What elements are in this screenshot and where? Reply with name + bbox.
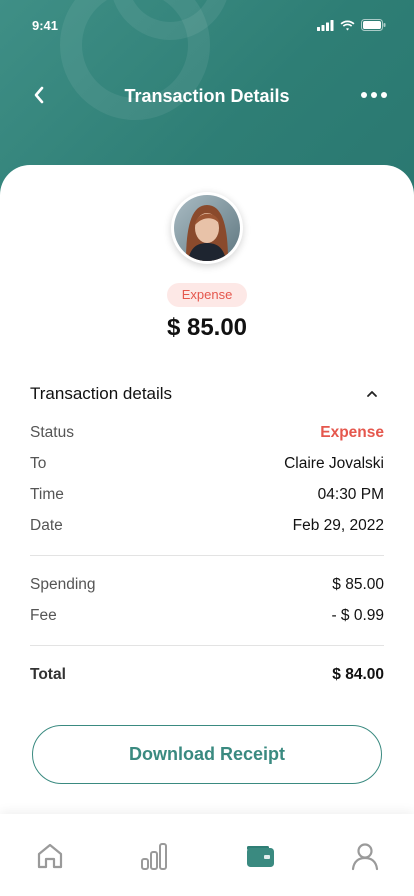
date-row: Date Feb 29, 2022 <box>30 515 384 537</box>
top-navigation: Transaction Details <box>0 72 414 118</box>
status-label: Status <box>30 424 74 441</box>
fee-row: Fee - $ 0.99 <box>30 605 384 627</box>
nav-home[interactable] <box>32 838 68 874</box>
nav-profile[interactable] <box>347 838 383 874</box>
spending-label: Spending <box>30 576 96 593</box>
wallet-icon <box>247 846 274 867</box>
fee-label: Fee <box>30 607 57 624</box>
more-dot-icon <box>361 92 367 98</box>
more-dot-icon <box>371 92 377 98</box>
divider <box>30 555 384 556</box>
avatar <box>171 192 243 264</box>
transaction-type-badge: Expense <box>167 283 247 307</box>
status-row: Status Expense <box>30 422 384 444</box>
status-time: 9:41 <box>32 18 59 33</box>
total-value: $ 84.00 <box>332 666 384 683</box>
battery-icon <box>361 19 386 31</box>
stats-icon <box>141 843 167 870</box>
profile-icon <box>351 843 379 871</box>
more-options-button[interactable] <box>358 82 390 108</box>
nav-wallet[interactable] <box>242 838 278 874</box>
recipient-value: Claire Jovalski <box>284 455 384 472</box>
spending-value: $ 85.00 <box>332 576 384 593</box>
chevron-up-icon <box>367 391 377 397</box>
home-icon <box>37 843 63 869</box>
time-row: Time 04:30 PM <box>30 484 384 506</box>
bottom-navigation <box>0 814 414 896</box>
recipient-label: To <box>30 455 47 472</box>
recipient-row: To Claire Jovalski <box>30 453 384 475</box>
total-label: Total <box>30 666 66 683</box>
divider <box>30 645 384 646</box>
more-dot-icon <box>381 92 387 98</box>
fee-value: - $ 0.99 <box>331 607 384 624</box>
page-title: Transaction Details <box>124 86 290 106</box>
transaction-details-toggle[interactable]: Transaction details <box>30 382 384 406</box>
avatar-photo <box>174 195 240 261</box>
section-title: Transaction details <box>30 384 173 403</box>
transaction-amount: $ 85.00 <box>166 314 248 341</box>
status-value: Expense <box>320 424 384 441</box>
spending-row: Spending $ 85.00 <box>30 574 384 596</box>
status-bar: 9:41 <box>0 0 414 52</box>
download-receipt-button[interactable]: Download Receipt <box>32 725 382 784</box>
time-value: 04:30 PM <box>317 486 384 503</box>
date-value: Feb 29, 2022 <box>292 517 384 534</box>
time-label: Time <box>30 486 64 503</box>
signal-icon <box>317 19 334 31</box>
date-label: Date <box>30 517 63 534</box>
status-icons <box>317 19 386 31</box>
wifi-icon <box>340 20 355 30</box>
total-row: Total $ 84.00 <box>30 664 384 686</box>
nav-stats[interactable] <box>136 838 172 874</box>
